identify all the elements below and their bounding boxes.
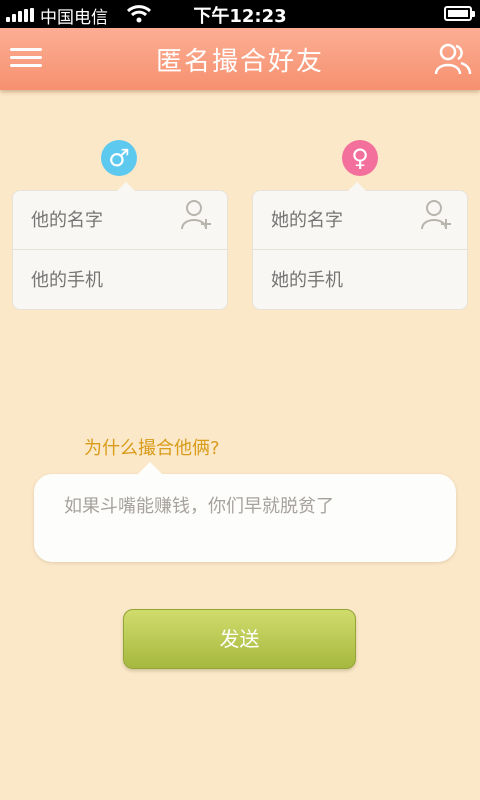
male-icon: ♂: [101, 140, 137, 176]
status-bar: 中国电信 下午12:23: [0, 0, 480, 28]
female-icon: ♀: [342, 140, 378, 176]
his-info-card: [12, 182, 228, 310]
header-bar: 匿名撮合好友: [0, 28, 480, 90]
friends-icon[interactable]: [434, 42, 472, 76]
add-contact-icon[interactable]: [181, 199, 213, 231]
reason-input[interactable]: 如果斗嘴能赚钱，你们早就脱贫了: [34, 462, 456, 562]
send-button[interactable]: 发送: [123, 609, 356, 669]
reason-text: 如果斗嘴能赚钱，你们早就脱贫了: [64, 496, 334, 517]
her-phone-input[interactable]: [253, 251, 467, 310]
his-phone-input[interactable]: [13, 251, 227, 310]
clock: 下午12:23: [193, 6, 287, 27]
page-title: 匿名撮合好友: [155, 47, 324, 77]
reason-label: 为什么撮合他俩?: [84, 438, 220, 459]
her-info-card: [252, 182, 468, 310]
add-contact-icon[interactable]: [421, 199, 453, 231]
battery-icon: [444, 6, 475, 21]
